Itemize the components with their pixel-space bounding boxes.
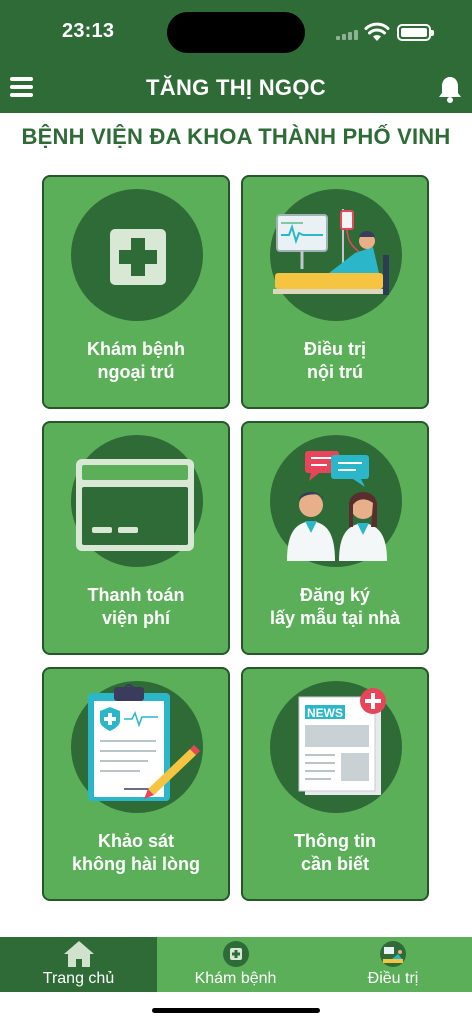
hospital-name: BỆNH VIỆN ĐA KHOA THÀNH PHỐ VINH [21, 124, 451, 149]
tile-news[interactable]: NEWS Thông tin cần biết [241, 667, 429, 901]
tab-outpatient[interactable]: Khám bệnh [157, 937, 314, 992]
top-bar: 23:13 TĂNG THỊ NGỌC [0, 0, 472, 113]
clipboard-survey-icon [88, 684, 200, 801]
home-indicator [152, 1008, 320, 1013]
status-time: 23:13 [62, 20, 115, 42]
news-label: NEWS [307, 706, 343, 720]
doctors-chat-icon [287, 451, 387, 561]
tile-label: Khám bệnh ngoại trú [86, 339, 185, 382]
home-icon [63, 941, 94, 967]
notification-bell-icon[interactable] [437, 75, 463, 103]
medical-cross-icon [222, 941, 249, 967]
status-bar: 23:13 [0, 0, 472, 62]
tile-label: Thanh toán viện phí [87, 585, 185, 628]
user-name-title: TĂNG THỊ NGỌC [146, 75, 326, 100]
tile-label: Khảo sát không hài lòng [72, 831, 200, 874]
tab-inpatient[interactable]: Điều trị [314, 937, 472, 992]
medical-cross-icon [110, 229, 166, 285]
tile-label: Thông tin cần biết [294, 831, 376, 874]
dynamic-island [167, 12, 305, 53]
tile-home-sampling[interactable]: Đăng ký lấy mẫu tại nhà [241, 421, 429, 655]
cellular-signal-icon [336, 30, 360, 40]
inpatient-bed-icon [273, 209, 389, 295]
tile-label: Điều trị nội trú [303, 339, 366, 382]
wifi-icon [364, 22, 390, 41]
tab-home[interactable]: Trang chủ [0, 937, 157, 992]
battery-icon [397, 24, 434, 41]
nav-bar: TĂNG THỊ NGỌC [0, 62, 472, 113]
tab-bar: Trang chủ Khám bệnh Điều trị [0, 937, 472, 992]
tile-survey[interactable]: Khảo sát không hài lòng [42, 667, 230, 901]
tile-label: Đăng ký lấy mẫu tại nhà [269, 585, 401, 628]
tile-payment[interactable]: Thanh toán viện phí [42, 421, 230, 655]
inpatient-bed-icon [380, 941, 406, 967]
tile-outpatient[interactable]: Khám bệnh ngoại trú [42, 175, 230, 409]
tile-inpatient[interactable]: Điều trị nội trú [241, 175, 429, 409]
credit-card-icon [76, 459, 194, 551]
newspaper-icon: NEWS [298, 688, 386, 795]
